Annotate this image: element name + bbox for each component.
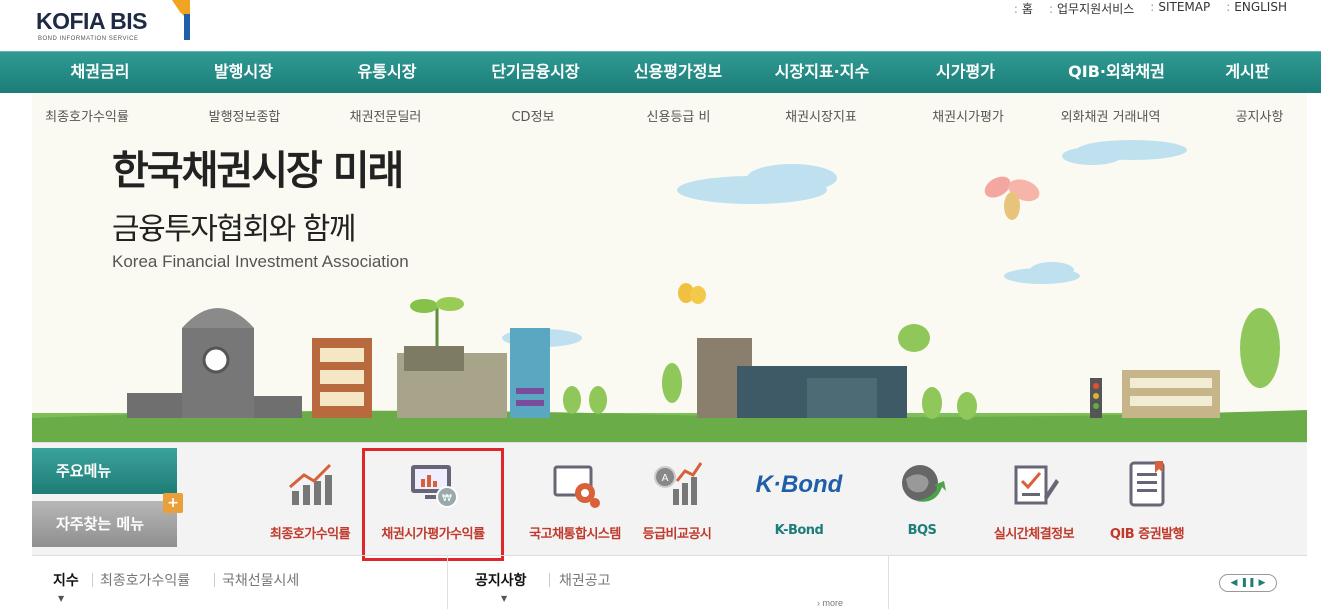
quick-mark-to-market-yield[interactable]: ₩ 채권시가평가수익률 [362, 448, 504, 561]
svg-text:₩: ₩ [442, 493, 452, 504]
kofia-bis-homepage: KOFIA BIS BOND INFORMATION SERVICE 홈 업무지… [0, 0, 1321, 609]
quick-label: 실시간체결정보 [993, 527, 1075, 542]
next-icon[interactable]: ▶ [1259, 578, 1266, 588]
tab-notices[interactable]: 공지사항 [475, 570, 527, 590]
english-link[interactable]: ENGLISH [1226, 0, 1287, 17]
subnav-bond-dealer[interactable]: 채권전문딜러 [347, 93, 424, 138]
quick-qib-issuance[interactable]: QIB 증권발행 [1082, 459, 1212, 542]
quick-final-quote-yield[interactable]: 최종호가수익률 [245, 459, 375, 542]
subnav-mark-to-market-yield[interactable]: 채권시가평가기준수익 [927, 93, 1009, 175]
favorites-menu-label: 자주찾는 메뉴 [56, 515, 145, 533]
add-favorite-icon[interactable]: + [163, 493, 183, 513]
medal-bar-chart-icon: A [654, 462, 703, 505]
tab-treasury-futures[interactable]: 국채선물시세 [222, 570, 299, 590]
business-support-link[interactable]: 업무지원서비스 [1049, 0, 1134, 17]
tab-separator [214, 573, 215, 587]
svg-text:A: A [662, 473, 669, 484]
checklist-pen-icon [1014, 465, 1059, 505]
tab-index[interactable]: 지수 [53, 570, 79, 590]
banner-english-title: Korea Financial Investment Association [112, 252, 409, 271]
sitemap-link[interactable]: SITEMAP [1150, 0, 1210, 17]
subnav-cd-info[interactable]: CD정보 [424, 93, 642, 138]
nav-credit-rating-info[interactable]: 신용평가정보 [584, 52, 772, 93]
nav-bond-rates[interactable]: 채권금리 [0, 52, 200, 93]
subnav-credit-rating-compare[interactable]: 신용등급 비교공시 [642, 93, 715, 175]
logo-mark-icon [172, 0, 190, 40]
banner-headline: 한국채권시장 미래 [112, 148, 404, 194]
nav-board[interactable]: 게시판 [1174, 52, 1321, 93]
subnav-foreign-bond-trades[interactable]: 외화채권 거래내역 [1009, 93, 1212, 138]
panel-divider [888, 556, 889, 609]
tab-pointer-icon: ▼ [58, 594, 65, 603]
more-link[interactable]: › more [817, 598, 843, 608]
rising-bar-chart-icon [289, 463, 332, 505]
nav-qib-foreign-bonds[interactable]: QIB·외화채권 [1059, 52, 1174, 93]
home-link[interactable]: 홈 [1014, 0, 1033, 17]
globe-arrow-icon [902, 465, 946, 502]
tab-pointer-icon: ▼ [501, 594, 508, 603]
quick-bqs[interactable]: BQS [857, 459, 987, 538]
quick-realtime-trades[interactable]: 실시간체결정보 [969, 459, 1099, 542]
quick-menu: 주요메뉴 자주찾는 메뉴 + 최종호가수익률 ₩ 채권시가평가수익률 국고채통합… [32, 442, 1307, 561]
document-bookmark-icon [1129, 461, 1165, 507]
tab-separator [92, 573, 93, 587]
logo-subtitle: BOND INFORMATION SERVICE [38, 36, 139, 42]
tab-final-quote-yield[interactable]: 최종호가수익률 [100, 570, 190, 590]
sub-nav: 최종호가수익률 발행정보종합 채권전문딜러 CD정보 신용등급 비교공시 채권시… [32, 93, 1307, 175]
main-menu-tab[interactable]: 주요메뉴 [32, 448, 177, 494]
favorites-menu-tab[interactable]: 자주찾는 메뉴 + [32, 493, 183, 547]
quick-label: K-Bond [774, 523, 824, 538]
quick-label: QIB 증권발행 [1109, 527, 1185, 542]
tab-bond-announcements[interactable]: 채권공고 [559, 570, 611, 590]
logo-text: KOFIA BIS [36, 8, 147, 34]
banner-subheadline: 금융투자협회와 함께 [112, 212, 356, 247]
nav-short-term-market[interactable]: 단기금융시장 [487, 52, 584, 93]
butterfly-icon [984, 176, 1040, 220]
panel-divider [447, 556, 448, 609]
prev-icon[interactable]: ◀ [1231, 578, 1238, 588]
k-bond-logo-icon: K·Bond [734, 459, 864, 511]
pause-icon[interactable]: ❚❚ [1240, 578, 1255, 588]
quick-label: BQS [907, 523, 937, 538]
nav-market-indicators[interactable]: 시장지표·지수 [772, 52, 872, 93]
quick-k-bond[interactable]: K·Bond K-Bond [734, 459, 864, 538]
monitor-chart-coin-icon: ₩ [411, 465, 458, 508]
bottom-panels: 지수 최종호가수익률 국채선물시세 ▼ 공지사항 채권공고 ▼ › more ◀… [32, 555, 1307, 609]
subnav-issuance-summary[interactable]: 발행정보종합 [142, 93, 347, 138]
subnav-bond-market-indicators[interactable]: 채권시장지표 [715, 93, 927, 138]
nav-mark-to-market[interactable]: 시가평가 [872, 52, 1059, 93]
quick-label: 등급비교공시 [642, 527, 712, 542]
logo[interactable]: KOFIA BIS BOND INFORMATION SERVICE [30, 0, 190, 50]
main-banner[interactable]: 한국채권시장 미래 금융투자협회와 함께 Korea Financial Inv… [32, 138, 1307, 442]
screen-gear-icon [553, 465, 600, 508]
quick-label: 최종호가수익률 [269, 527, 351, 542]
subnav-notices[interactable]: 공지사항 [1212, 93, 1307, 138]
k-bond-logo-text: K·Bond [755, 471, 843, 498]
tab-separator [549, 573, 550, 587]
slider-controls: ◀ ❚❚ ▶ [1219, 574, 1277, 592]
quick-rating-compare[interactable]: A 등급비교공시 [612, 459, 742, 542]
quick-label: 채권시가평가수익률 [381, 527, 485, 542]
nav-issuance-market[interactable]: 발행시장 [200, 52, 287, 93]
utility-links: 홈 업무지원서비스 SITEMAP ENGLISH [1014, 0, 1287, 17]
nav-distribution-market[interactable]: 유통시장 [287, 52, 487, 93]
main-nav: 채권금리 발행시장 유통시장 단기금융시장 신용평가정보 시장지표·지수 시가평… [0, 51, 1321, 93]
subnav-final-quote-yield[interactable]: 최종호가수익률 [32, 93, 142, 138]
